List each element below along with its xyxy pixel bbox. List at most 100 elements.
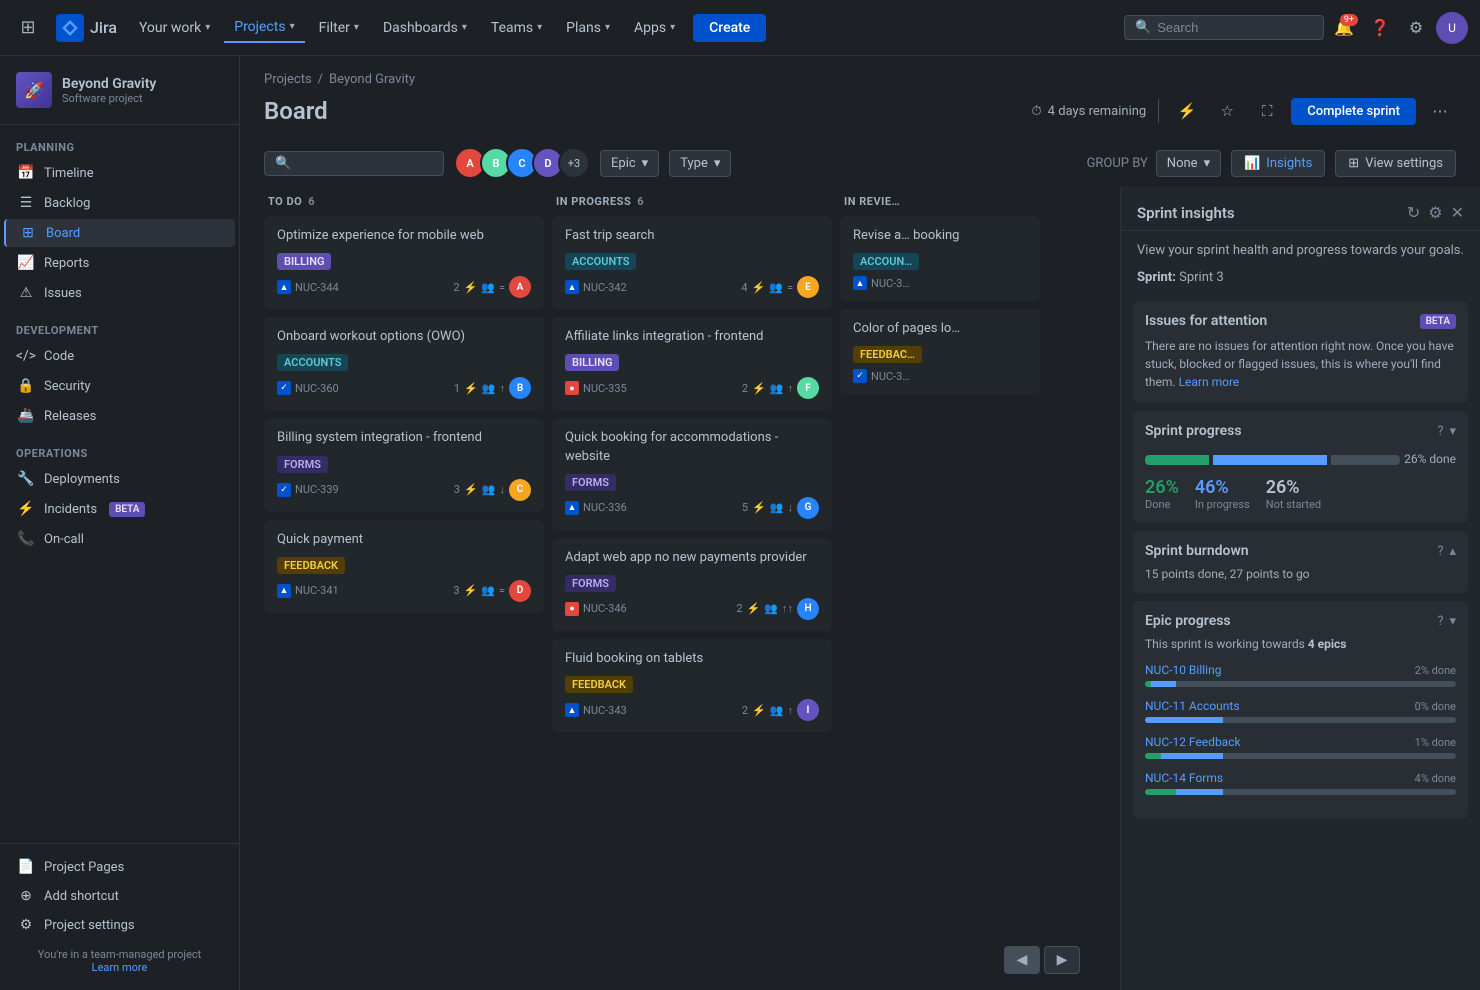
priority-icon: ↑	[788, 382, 794, 395]
yourwork-chevron: ▾	[205, 22, 210, 33]
user-avatar[interactable]: U	[1436, 12, 1468, 44]
nav-apps[interactable]: Apps ▾	[624, 14, 685, 42]
sidebar-item-security[interactable]: 🔒 Security	[4, 372, 235, 400]
card-nuc336[interactable]: Quick booking for accommodations - websi…	[552, 418, 832, 529]
panel-refresh-icon[interactable]: ↻	[1407, 203, 1420, 222]
card-id-text: NUC-343	[583, 704, 627, 717]
more-options-button[interactable]: ⋯	[1424, 95, 1456, 127]
hierarchy-icon: ⚡	[752, 382, 766, 395]
sidebar-item-deployments[interactable]: 🔧 Deployments	[4, 465, 235, 493]
sidebar-item-code[interactable]: </> Code	[4, 342, 235, 370]
help-button[interactable]: ❓	[1364, 12, 1396, 44]
nav-filter[interactable]: Filter ▾	[309, 14, 369, 42]
panel-close-icon[interactable]: ✕	[1451, 203, 1464, 222]
burndown-title: Sprint burndown	[1145, 543, 1249, 559]
epic-billing-link[interactable]: NUC-10 Billing	[1145, 663, 1221, 677]
notifications-button[interactable]: 🔔 9+	[1328, 12, 1360, 44]
complete-sprint-button[interactable]: Complete sprint	[1291, 98, 1416, 125]
sidebar-item-pages[interactable]: 📄 Project Pages	[4, 853, 235, 881]
burndown-expand-icon[interactable]: ▴	[1449, 544, 1456, 559]
story-points: 2	[742, 382, 748, 395]
sidebar-item-oncall[interactable]: 📞 On-call	[4, 525, 235, 553]
grid-menu-icon[interactable]: ⊞	[12, 12, 44, 44]
epic-filter[interactable]: Epic ▾	[600, 150, 659, 177]
epic-forms-link[interactable]: NUC-14 Forms	[1145, 771, 1223, 785]
panel-settings-icon[interactable]: ⚙	[1428, 203, 1442, 222]
sidebar-item-board[interactable]: ⊞ Board	[4, 219, 235, 247]
nav-dashboards[interactable]: Dashboards ▾	[373, 14, 477, 42]
card-inreview-2[interactable]: Color of pages lo… FEEDBAC… ✓ NUC-3…	[840, 309, 1040, 394]
progress-collapse-icon[interactable]: ▾	[1449, 424, 1456, 439]
card-nuc335[interactable]: Affiliate links integration - frontend B…	[552, 317, 832, 410]
card-avatar: C	[509, 479, 531, 501]
view-settings-button[interactable]: ⊞ View settings	[1335, 150, 1456, 177]
card-nuc360[interactable]: Onboard workout options (OWO) ACCOUNTS ✓…	[264, 317, 544, 410]
sidebar-item-settings[interactable]: ⚙ Project settings	[4, 911, 235, 939]
avatar-more[interactable]: +3	[558, 147, 590, 179]
issue-type-icon: ✓	[853, 369, 867, 383]
star-button[interactable]: ☆	[1211, 95, 1243, 127]
sidebar-item-backlog[interactable]: ☰ Backlog	[4, 189, 235, 217]
fullscreen-button[interactable]: ⛶	[1251, 95, 1283, 127]
board-columns: TO DO 6 Optimize experience for mobile w…	[240, 187, 1120, 990]
insights-button[interactable]: 📊 Insights	[1231, 150, 1325, 177]
epic-help-icon[interactable]: ?	[1437, 614, 1443, 629]
sidebar-item-reports[interactable]: 📈 Reports	[4, 249, 235, 277]
type-chevron: ▾	[714, 156, 721, 171]
sidebar-item-timeline[interactable]: 📅 Timeline	[4, 159, 235, 187]
board-nav-prev[interactable]: ◀	[1004, 946, 1040, 974]
col-inprogress-body: Fast trip search ACCOUNTS ▲ NUC-342 4 ⚡	[552, 216, 832, 974]
nav-yourwork[interactable]: Your work ▾	[129, 14, 220, 42]
sidebar-item-add-shortcut[interactable]: ⊕ Add shortcut	[4, 882, 235, 910]
planning-section-label: PLANNING	[0, 125, 239, 158]
story-points: 3	[454, 483, 460, 496]
inprog-label: In progress	[1195, 498, 1250, 511]
lightning-button[interactable]: ⚡	[1171, 95, 1203, 127]
sidebar-item-incidents[interactable]: ⚡ Incidents BETA	[4, 495, 235, 523]
breadcrumb-projects[interactable]: Projects	[264, 72, 312, 87]
progress-help-icon[interactable]: ?	[1437, 424, 1443, 439]
settings-button[interactable]: ⚙	[1400, 12, 1432, 44]
project-icon: 🚀	[16, 72, 52, 108]
search-input[interactable]	[1157, 20, 1313, 35]
attention-learn-more[interactable]: Learn more	[1179, 375, 1240, 389]
create-button[interactable]: Create	[693, 14, 766, 42]
board-nav-next[interactable]: ▶	[1044, 946, 1080, 974]
jira-logo[interactable]: Jira	[56, 14, 117, 42]
card-nuc341[interactable]: Quick payment FEEDBACK ▲ NUC-341 3 ⚡	[264, 520, 544, 613]
epic-collapse-icon[interactable]: ▾	[1449, 614, 1456, 629]
tag-feedback-2: FEEDBACK	[565, 676, 633, 693]
card-nuc343[interactable]: Fluid booking on tablets FEEDBACK ▲ NUC-…	[552, 639, 832, 732]
card-nuc339[interactable]: Billing system integration - frontend FO…	[264, 418, 544, 511]
card-nuc346[interactable]: Adapt web app no new payments provider F…	[552, 538, 832, 631]
sprint-progress-section: Sprint progress ? ▾ 26% done	[1133, 411, 1468, 523]
team-icon: 👥	[769, 281, 783, 294]
burndown-help-icon[interactable]: ?	[1437, 544, 1443, 559]
add-shortcut-icon: ⊕	[16, 888, 36, 904]
type-filter[interactable]: Type ▾	[669, 150, 731, 177]
board-search-input[interactable]	[297, 156, 433, 171]
epic-feedback-link[interactable]: NUC-12 Feedback	[1145, 735, 1241, 749]
card-nuc342[interactable]: Fast trip search ACCOUNTS ▲ NUC-342 4 ⚡	[552, 216, 832, 309]
card-avatar: B	[509, 377, 531, 399]
sidebar-item-issues[interactable]: ⚠ Issues	[4, 279, 235, 307]
nav-projects[interactable]: Projects ▾	[224, 13, 304, 43]
card-inreview-1[interactable]: Revise a… booking ACCOUN… ▲ NUC-3…	[840, 216, 1040, 301]
header-divider	[1158, 99, 1159, 123]
board-title: Board	[264, 97, 1020, 125]
story-points: 3	[453, 584, 459, 597]
learn-more-link[interactable]: Learn more	[92, 961, 148, 974]
nav-teams[interactable]: Teams ▾	[481, 14, 552, 42]
epic-feedback-bar	[1145, 753, 1456, 759]
board-search-box[interactable]: 🔍	[264, 151, 444, 176]
card-nuc344[interactable]: Optimize experience for mobile web BILLI…	[264, 216, 544, 309]
breadcrumb-project[interactable]: Beyond Gravity	[329, 72, 415, 87]
epic-feedback-pct: 1% done	[1415, 736, 1456, 749]
search-box[interactable]: 🔍	[1124, 15, 1324, 40]
sidebar-item-releases[interactable]: 🚢 Releases	[4, 402, 235, 430]
nav-plans[interactable]: Plans ▾	[556, 14, 620, 42]
epic-accounts-pct: 0% done	[1415, 700, 1456, 713]
epic-accounts-link[interactable]: NUC-11 Accounts	[1145, 699, 1240, 713]
group-by-dropdown[interactable]: None ▾	[1156, 150, 1221, 177]
card-id-text: NUC-342	[583, 281, 627, 294]
